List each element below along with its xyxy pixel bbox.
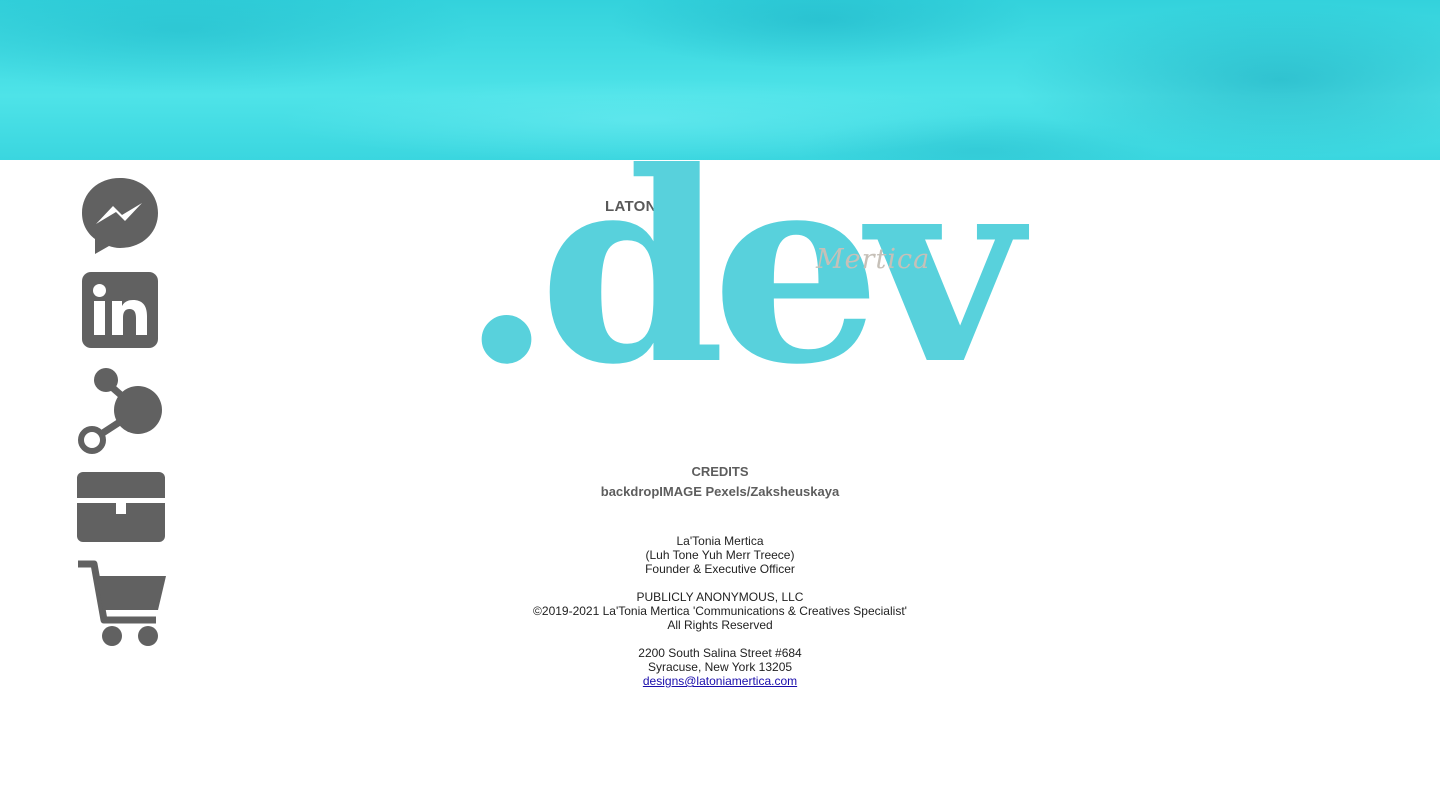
footer-copyright: ©2019-2021 La'Tonia Mertica 'Communicati… xyxy=(533,604,907,618)
footer-company: PUBLICLY ANONYMOUS, LLC xyxy=(636,590,804,604)
footer-email-wrap: designs@latoniamertica.com xyxy=(420,674,1020,688)
credits-line: backdropIMAGE Pexels/Zaksheuskaya xyxy=(600,484,840,499)
credits-section: CREDITS backdropIMAGE Pexels/Zaksheuskay… xyxy=(420,462,1020,502)
share-icon[interactable] xyxy=(76,364,164,456)
credits-heading: CREDITS xyxy=(691,464,749,479)
briefcase-icon[interactable] xyxy=(76,470,166,544)
email-link[interactable]: designs@latoniamertica.com xyxy=(643,674,797,688)
footer-address-line2: Syracuse, New York 13205 xyxy=(647,660,793,674)
logo-mertica-text: Mertica xyxy=(816,244,931,275)
footer-rights: All Rights Reserved xyxy=(667,618,773,632)
site-logo: LATONIA .dev Mertica xyxy=(460,137,1022,430)
footer-info: La'Tonia Mertica (Luh Tone Yuh Merr Tree… xyxy=(420,534,1020,688)
messenger-icon[interactable] xyxy=(80,176,160,256)
footer-name: La'Tonia Mertica xyxy=(676,534,764,548)
footer-address-line1: 2200 South Salina Street #684 xyxy=(638,646,802,660)
footer-title: Founder & Executive Officer xyxy=(645,562,795,576)
footer-pronunciation: (Luh Tone Yuh Merr Treece) xyxy=(645,548,795,562)
linkedin-icon[interactable] xyxy=(82,272,158,348)
cart-icon[interactable] xyxy=(76,558,168,650)
